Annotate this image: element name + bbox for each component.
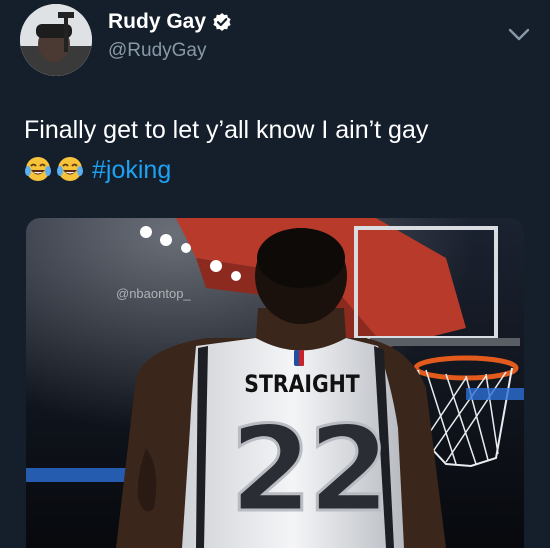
verified-badge-icon bbox=[212, 12, 232, 32]
watermark: @nbaontop_ bbox=[116, 286, 191, 301]
tweet-text: Finally get to let y’all know I ain’t ga… bbox=[24, 116, 429, 144]
jersey-number: 22 bbox=[228, 400, 391, 538]
tweet-body: Finally get to let y’all know I ain’t ga… bbox=[24, 110, 524, 190]
handle[interactable]: @RudyGay bbox=[108, 40, 207, 62]
tears-of-joy-emoji-icon bbox=[56, 155, 84, 183]
hashtag-link[interactable]: #joking bbox=[92, 156, 171, 184]
jersey-name: STRAIGHT bbox=[244, 370, 360, 398]
tears-of-joy-emoji-icon bbox=[24, 155, 52, 183]
tweet-second-line: #joking bbox=[24, 150, 524, 190]
avatar[interactable] bbox=[20, 4, 92, 76]
display-name[interactable]: Rudy Gay bbox=[108, 10, 206, 34]
tweet-media-image[interactable]: @nbaontop_ STRAIGHT 22 bbox=[26, 218, 524, 548]
chevron-down-icon[interactable] bbox=[508, 28, 530, 42]
avatar-image bbox=[20, 4, 92, 76]
